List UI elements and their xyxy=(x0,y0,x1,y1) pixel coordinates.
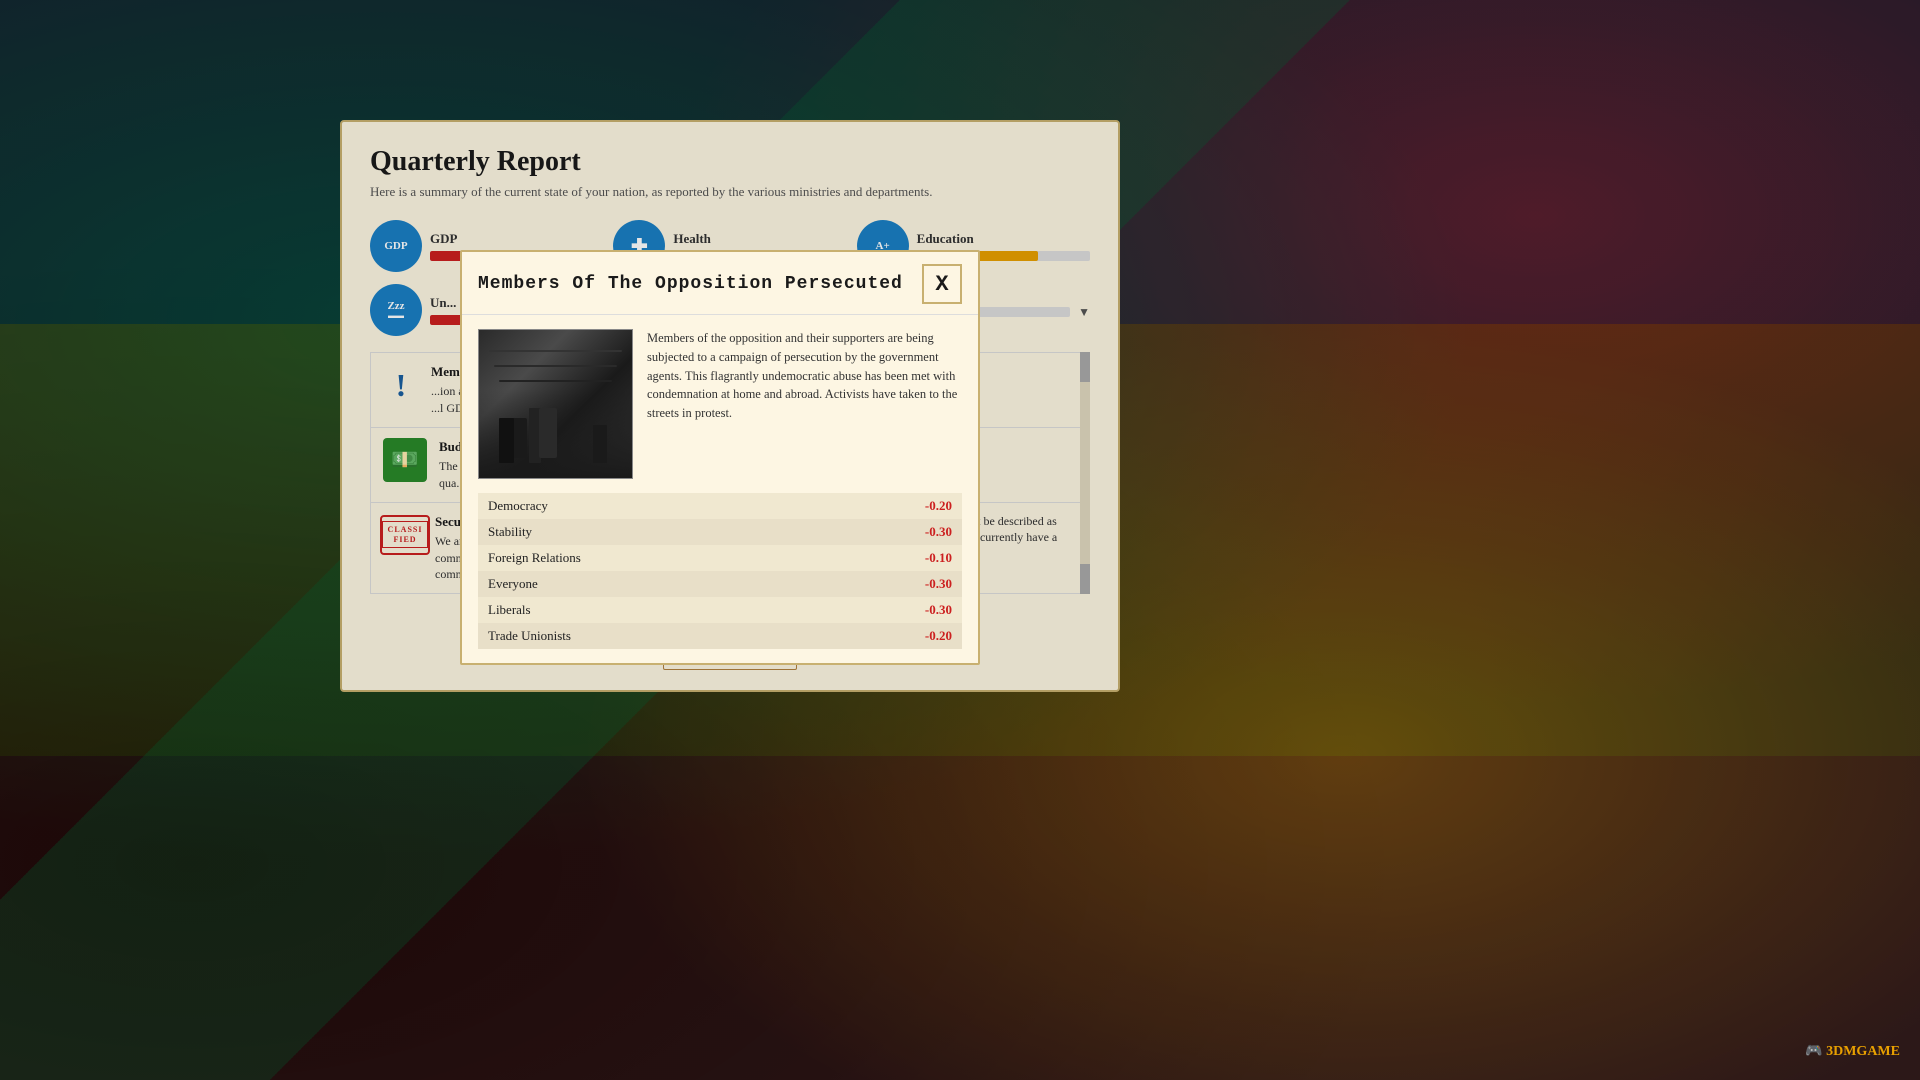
effect-row-liberals: Liberals -0.30 xyxy=(478,597,962,623)
effect-liberals-label: Liberals xyxy=(488,602,531,618)
effect-liberals-value: -0.30 xyxy=(925,602,952,618)
effect-row-democracy: Democracy -0.20 xyxy=(478,493,962,519)
modal-description: Members of the opposition and their supp… xyxy=(647,329,962,479)
effect-row-trade-unionists: Trade Unionists -0.20 xyxy=(478,623,962,649)
watermark-text: 3DMGAME xyxy=(1826,1044,1900,1059)
effect-foreign-value: -0.10 xyxy=(925,550,952,566)
effect-row-everyone: Everyone -0.30 xyxy=(478,571,962,597)
figure3 xyxy=(593,425,607,463)
modal-header: Members Of The Opposition Persecuted X xyxy=(462,252,978,315)
effect-row-foreign-relations: Foreign Relations -0.10 xyxy=(478,545,962,571)
effect-row-stability: Stability -0.30 xyxy=(478,519,962,545)
effect-democracy-value: -0.20 xyxy=(925,498,952,514)
effect-stability-value: -0.30 xyxy=(925,524,952,540)
figure2 xyxy=(529,408,541,463)
watermark-icon: 🎮 xyxy=(1805,1044,1822,1059)
persecution-modal: Members Of The Opposition Persecuted X M… xyxy=(460,250,980,665)
effect-foreign-label: Foreign Relations xyxy=(488,550,581,566)
figure1 xyxy=(499,418,514,463)
modal-close-button[interactable]: X xyxy=(922,264,962,304)
effect-everyone-label: Everyone xyxy=(488,576,538,592)
modal-title: Members Of The Opposition Persecuted xyxy=(478,274,903,294)
modal-body: Members of the opposition and their supp… xyxy=(462,315,978,493)
watermark: 🎮 3DMGAME xyxy=(1805,1043,1900,1060)
effect-trade-label: Trade Unionists xyxy=(488,628,571,644)
modal-effects: Democracy -0.20 Stability -0.30 Foreign … xyxy=(478,493,962,649)
effect-stability-label: Stability xyxy=(488,524,532,540)
effect-everyone-value: -0.30 xyxy=(925,576,952,592)
modal-image xyxy=(478,329,633,479)
effect-trade-value: -0.20 xyxy=(925,628,952,644)
effect-democracy-label: Democracy xyxy=(488,498,548,514)
